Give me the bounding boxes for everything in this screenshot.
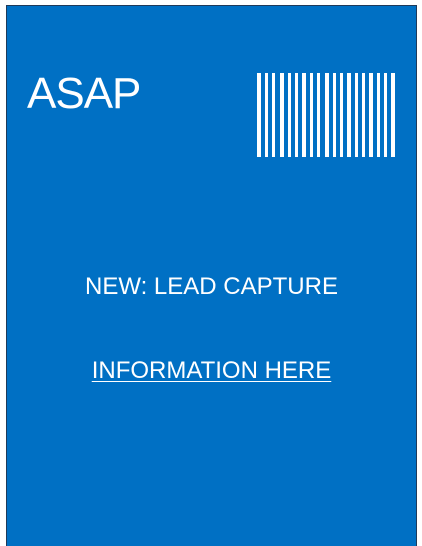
lead-capture-card: ASAP NEW: LEAD CAPTURE INFORMATION HERE	[6, 5, 417, 546]
information-link[interactable]: INFORMATION HERE	[92, 357, 332, 384]
information-link-container: INFORMATION HERE	[7, 356, 416, 386]
headline: NEW: LEAD CAPTURE	[85, 273, 338, 300]
brand-title: ASAP	[27, 69, 141, 118]
barcode-icon	[257, 73, 395, 157]
